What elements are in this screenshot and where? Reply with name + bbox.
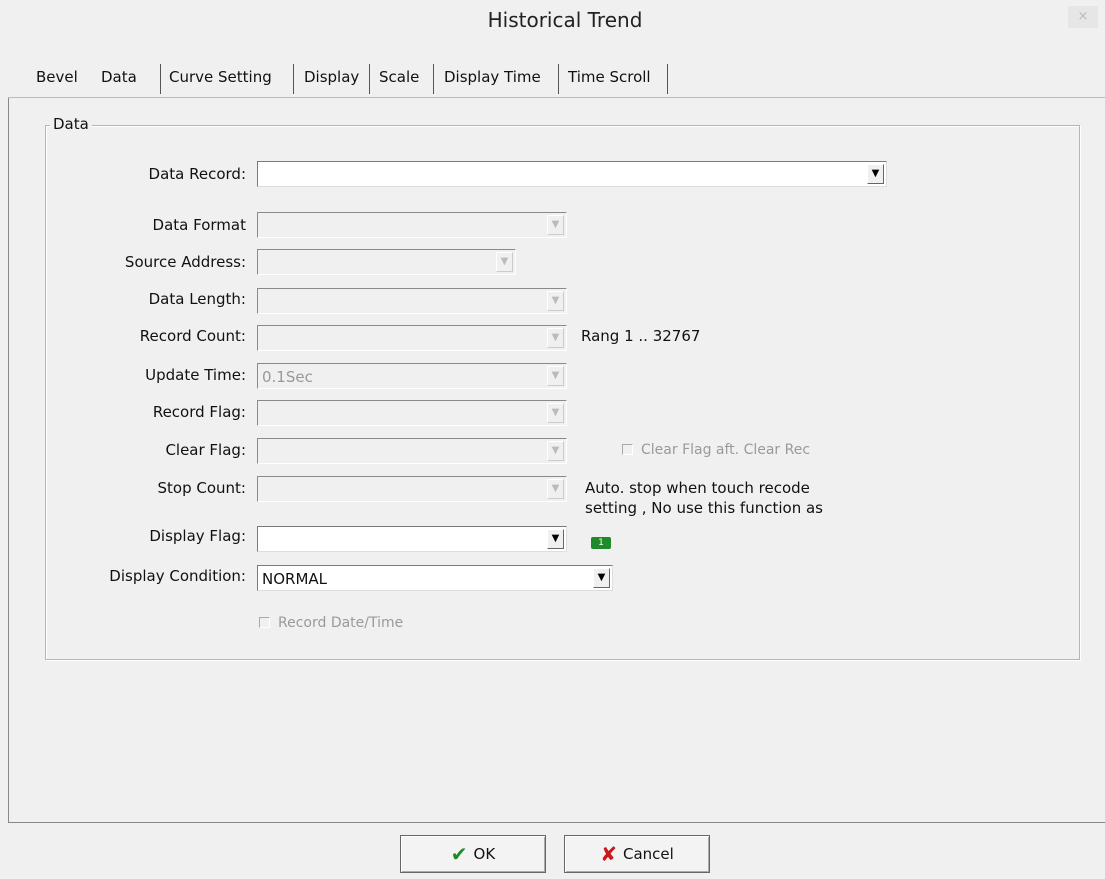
- data-format-label: Data Format: [152, 216, 246, 234]
- x-icon: ✘: [600, 842, 617, 866]
- data-format-combo[interactable]: ▼: [257, 212, 567, 238]
- ok-button[interactable]: ✔ OK: [400, 835, 546, 873]
- record-datetime-checkbox[interactable]: Record Date/Time: [259, 615, 403, 631]
- clear-flag-label: Clear Flag:: [165, 441, 246, 459]
- chevron-down-icon[interactable]: ▼: [593, 568, 610, 588]
- stop-count-hint-line2: setting , No use this function as: [585, 499, 823, 517]
- update-time-combo[interactable]: 0.1Sec ▼: [257, 363, 567, 389]
- source-address-label: Source Address:: [124, 253, 246, 271]
- chevron-down-icon[interactable]: ▼: [547, 328, 564, 348]
- chevron-down-icon[interactable]: ▼: [547, 291, 564, 311]
- tab-bevel[interactable]: Bevel: [36, 68, 78, 86]
- checkbox-box[interactable]: [259, 617, 270, 628]
- clear-flag-after-clear-rec-label: Clear Flag aft. Clear Rec: [641, 442, 811, 458]
- display-flag-label: Display Flag:: [149, 527, 246, 545]
- chevron-down-icon[interactable]: ▼: [547, 529, 564, 549]
- display-flag-badge: 1: [591, 537, 611, 549]
- record-count-label: Record Count:: [139, 327, 246, 345]
- data-record-label: Data Record:: [148, 165, 246, 183]
- record-flag-label: Record Flag:: [152, 403, 246, 421]
- tab-separator: [369, 64, 370, 94]
- tab-separator: [433, 64, 434, 94]
- groupbox-title: Data: [50, 115, 92, 133]
- cancel-button[interactable]: ✘ Cancel: [564, 835, 710, 873]
- display-condition-combo[interactable]: NORMAL ▼: [257, 565, 613, 591]
- tab-separator: [293, 64, 294, 94]
- clear-flag-after-clear-rec-checkbox[interactable]: Clear Flag aft. Clear Rec: [622, 442, 810, 458]
- chevron-down-icon[interactable]: ▼: [496, 252, 513, 272]
- record-count-range: Rang 1 .. 32767: [581, 327, 701, 345]
- tab-curve-setting[interactable]: Curve Setting: [169, 68, 272, 86]
- title-bar: Historical Trend ×: [0, 0, 1105, 46]
- display-condition-label: Display Condition:: [109, 567, 246, 585]
- check-icon: ✔: [450, 842, 468, 866]
- cancel-button-label: Cancel: [622, 845, 674, 863]
- tab-separator: [558, 64, 559, 94]
- tab-data[interactable]: Data: [101, 68, 137, 86]
- data-length-label: Data Length:: [148, 290, 246, 308]
- stop-count-label: Stop Count:: [157, 479, 246, 497]
- record-count-combo[interactable]: ▼: [257, 325, 567, 351]
- tab-bar: Bevel Data Curve Setting Display Scale D…: [0, 62, 1105, 98]
- chevron-down-icon[interactable]: ▼: [547, 403, 564, 423]
- chevron-down-icon[interactable]: ▼: [547, 366, 564, 386]
- ok-button-label: OK: [473, 845, 496, 863]
- window-title: Historical Trend: [487, 8, 643, 32]
- tab-separator: [667, 64, 668, 94]
- update-time-label: Update Time:: [145, 366, 246, 384]
- stop-count-combo[interactable]: ▼: [257, 476, 567, 502]
- update-time-value: 0.1Sec: [262, 368, 313, 386]
- checkbox-box[interactable]: [622, 444, 633, 455]
- data-length-combo[interactable]: ▼: [257, 288, 567, 314]
- chevron-down-icon[interactable]: ▼: [867, 164, 884, 184]
- data-record-combo[interactable]: ▼: [257, 161, 887, 187]
- chevron-down-icon[interactable]: ▼: [547, 479, 564, 499]
- display-condition-value: NORMAL: [262, 570, 328, 588]
- tab-separator: [160, 64, 161, 94]
- tab-display-time[interactable]: Display Time: [444, 68, 541, 86]
- tab-scale[interactable]: Scale: [379, 68, 419, 86]
- stop-count-hint-line1: Auto. stop when touch recode: [585, 479, 810, 497]
- source-address-combo[interactable]: ▼: [257, 249, 516, 275]
- display-flag-combo[interactable]: ▼: [257, 526, 567, 552]
- tab-time-scroll[interactable]: Time Scroll: [568, 68, 651, 86]
- chevron-down-icon[interactable]: ▼: [547, 215, 564, 235]
- clear-flag-combo[interactable]: ▼: [257, 438, 567, 464]
- close-button[interactable]: ×: [1068, 6, 1098, 28]
- tab-display[interactable]: Display: [304, 68, 359, 86]
- record-flag-combo[interactable]: ▼: [257, 400, 567, 426]
- chevron-down-icon[interactable]: ▼: [547, 441, 564, 461]
- record-datetime-label: Record Date/Time: [278, 615, 404, 631]
